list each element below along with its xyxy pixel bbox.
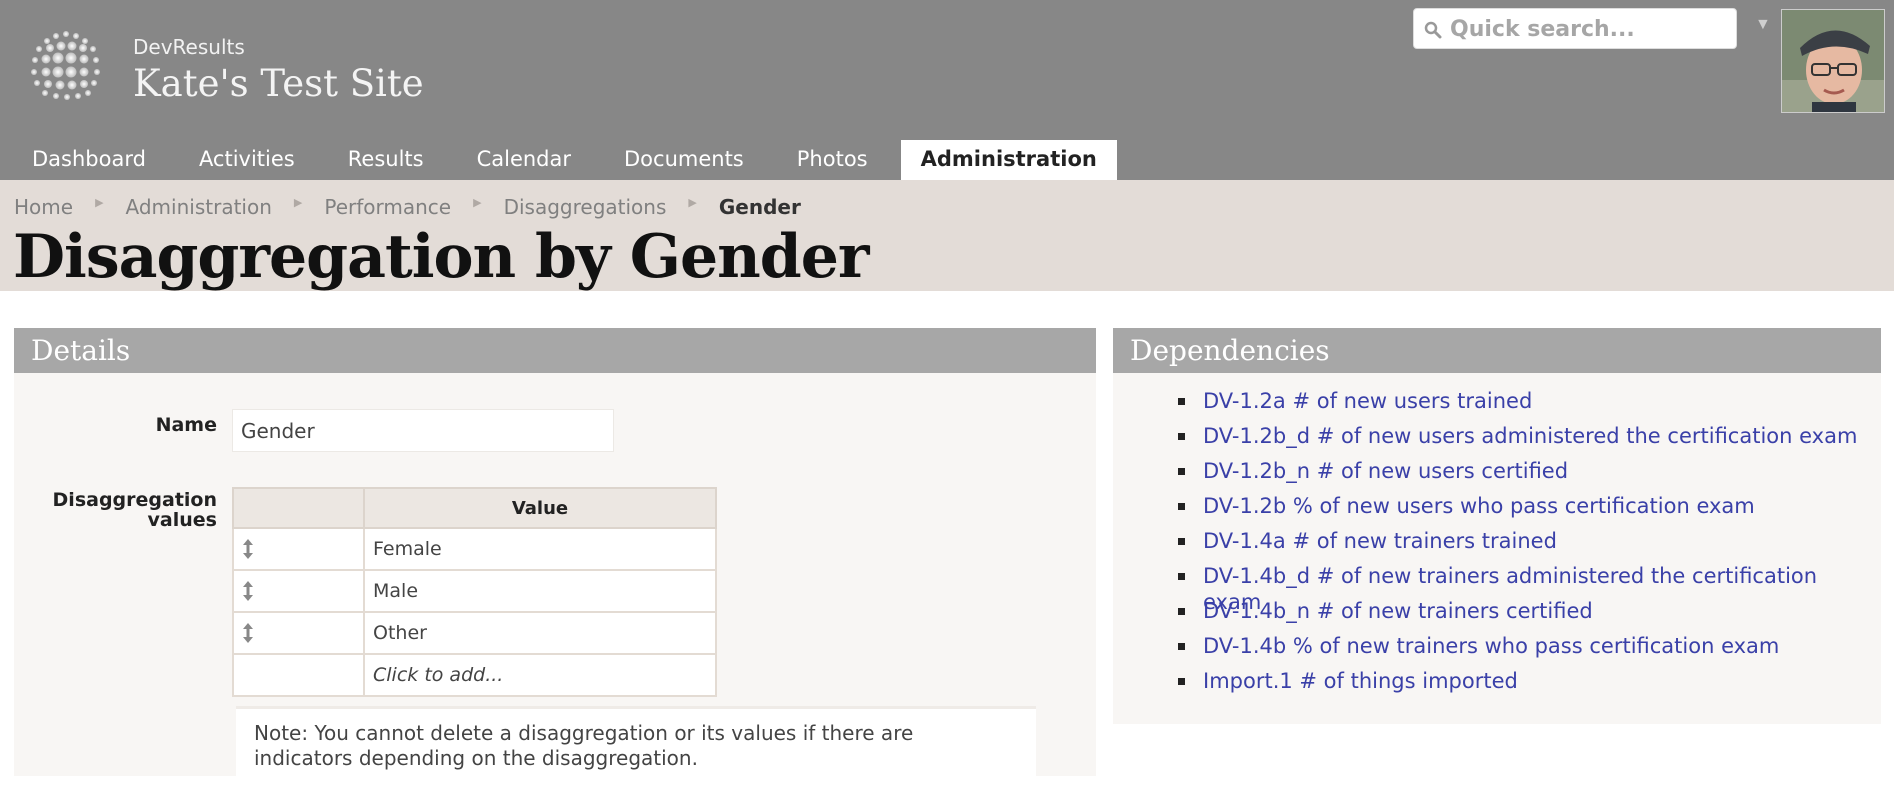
drag-handle[interactable] bbox=[232, 569, 365, 613]
list-item: DV-1.2b_d # of new users administered th… bbox=[1178, 423, 1881, 458]
search-input[interactable] bbox=[1450, 13, 1730, 45]
site-header: DevResults Kate's Test Site ▼ Dashboard … bbox=[0, 0, 1894, 180]
add-value-cell[interactable]: Click to add... bbox=[363, 653, 717, 697]
bullet-icon bbox=[1178, 678, 1185, 685]
breadcrumb-separator-icon: ▶ bbox=[293, 195, 303, 209]
drag-handle[interactable] bbox=[232, 527, 365, 571]
nav-administration[interactable]: Administration bbox=[900, 140, 1117, 180]
breadcrumb-separator-icon: ▶ bbox=[688, 195, 697, 209]
bullet-icon bbox=[1178, 398, 1185, 405]
list-item: DV-1.4b % of new trainers who pass certi… bbox=[1178, 633, 1881, 668]
list-item: DV-1.4b_n # of new trainers certified bbox=[1178, 598, 1881, 633]
values-label-line1: Disaggregation bbox=[52, 489, 217, 511]
dependency-link[interactable]: DV-1.2a # of new users trained bbox=[1203, 389, 1532, 413]
nav-calendar[interactable]: Calendar bbox=[457, 140, 591, 180]
handle-column-header bbox=[232, 487, 365, 529]
site-title[interactable]: Kate's Test Site bbox=[133, 62, 424, 105]
drag-handle-icon bbox=[243, 539, 253, 560]
nav-photos[interactable]: Photos bbox=[777, 140, 888, 180]
quick-search bbox=[1413, 8, 1737, 49]
drag-handle-icon bbox=[243, 581, 253, 602]
list-item: DV-1.2b % of new users who pass certific… bbox=[1178, 493, 1881, 528]
values-label-line2: values bbox=[147, 509, 217, 531]
details-panel: Details Name Disaggregation values Value… bbox=[14, 328, 1096, 786]
name-label: Name bbox=[155, 414, 217, 436]
breadcrumb: Home ▶ Administration ▶ Performance ▶ Di… bbox=[14, 195, 801, 219]
value-column-header: Value bbox=[363, 487, 717, 529]
table-row: Other bbox=[232, 611, 717, 655]
values-table: Value Female Male Other Click to add... bbox=[232, 487, 717, 697]
bullet-icon bbox=[1178, 503, 1185, 510]
nav-activities[interactable]: Activities bbox=[179, 140, 315, 180]
table-header-row: Value bbox=[232, 487, 717, 529]
org-name: DevResults bbox=[133, 35, 245, 59]
add-row-handle bbox=[232, 653, 365, 697]
details-heading: Details bbox=[14, 328, 1096, 373]
value-cell[interactable]: Female bbox=[363, 527, 717, 571]
avatar[interactable] bbox=[1781, 9, 1885, 113]
list-item: DV-1.4a # of new trainers trained bbox=[1178, 528, 1881, 563]
search-icon bbox=[1424, 21, 1442, 39]
breadcrumb-administration[interactable]: Administration bbox=[126, 195, 272, 219]
breadcrumb-separator-icon: ▶ bbox=[95, 195, 104, 209]
add-row: Click to add... bbox=[232, 653, 717, 697]
nav-results[interactable]: Results bbox=[328, 140, 444, 180]
dependency-link[interactable]: DV-1.2b % of new users who pass certific… bbox=[1203, 494, 1755, 518]
devresults-logo-icon[interactable] bbox=[26, 26, 106, 106]
list-item: DV-1.2b_n # of new users certified bbox=[1178, 458, 1881, 493]
dependency-link[interactable]: DV-1.4b % of new trainers who pass certi… bbox=[1203, 634, 1779, 658]
breadcrumb-separator-icon: ▶ bbox=[473, 195, 482, 209]
dependency-link[interactable]: DV-1.2b_d # of new users administered th… bbox=[1203, 424, 1857, 448]
drag-handle[interactable] bbox=[232, 611, 365, 655]
dependencies-list: DV-1.2a # of new users trained DV-1.2b_d… bbox=[1178, 388, 1881, 703]
nav-documents[interactable]: Documents bbox=[604, 140, 764, 180]
table-row: Female bbox=[232, 527, 717, 571]
table-row: Male bbox=[232, 569, 717, 613]
bullet-icon bbox=[1178, 608, 1185, 615]
dependency-link[interactable]: Import.1 # of things imported bbox=[1203, 669, 1518, 693]
main-nav: Dashboard Activities Results Calendar Do… bbox=[12, 140, 1130, 180]
bullet-icon bbox=[1178, 573, 1185, 580]
page-title: Disaggregation by Gender bbox=[13, 222, 870, 292]
drag-handle-icon bbox=[243, 623, 253, 644]
name-field[interactable] bbox=[232, 409, 614, 452]
user-menu-chevron-down-icon[interactable]: ▼ bbox=[1755, 16, 1771, 34]
list-item: DV-1.2a # of new users trained bbox=[1178, 388, 1881, 423]
breadcrumb-current: Gender bbox=[718, 195, 801, 219]
dependencies-panel: Dependencies DV-1.2a # of new users trai… bbox=[1113, 328, 1881, 724]
dependency-link[interactable]: DV-1.2b_n # of new users certified bbox=[1203, 459, 1568, 483]
list-item: Import.1 # of things imported bbox=[1178, 668, 1881, 703]
value-cell[interactable]: Other bbox=[363, 611, 717, 655]
values-label: Disaggregation values bbox=[14, 490, 217, 530]
bullet-icon bbox=[1178, 468, 1185, 475]
value-cell[interactable]: Male bbox=[363, 569, 717, 613]
breadcrumb-home[interactable]: Home bbox=[14, 195, 73, 219]
dependencies-heading: Dependencies bbox=[1113, 328, 1881, 373]
nav-dashboard[interactable]: Dashboard bbox=[12, 140, 166, 180]
bullet-icon bbox=[1178, 538, 1185, 545]
dependency-link[interactable]: DV-1.4a # of new trainers trained bbox=[1203, 529, 1557, 553]
bullet-icon bbox=[1178, 643, 1185, 650]
breadcrumb-disaggregations[interactable]: Disaggregations bbox=[504, 195, 667, 219]
list-item: DV-1.4b_d # of new trainers administered… bbox=[1178, 563, 1881, 614]
dependency-link[interactable]: DV-1.4b_n # of new trainers certified bbox=[1203, 599, 1593, 623]
breadcrumb-performance[interactable]: Performance bbox=[324, 195, 451, 219]
delete-note: Note: You cannot delete a disaggregation… bbox=[236, 706, 1036, 786]
bullet-icon bbox=[1178, 433, 1185, 440]
